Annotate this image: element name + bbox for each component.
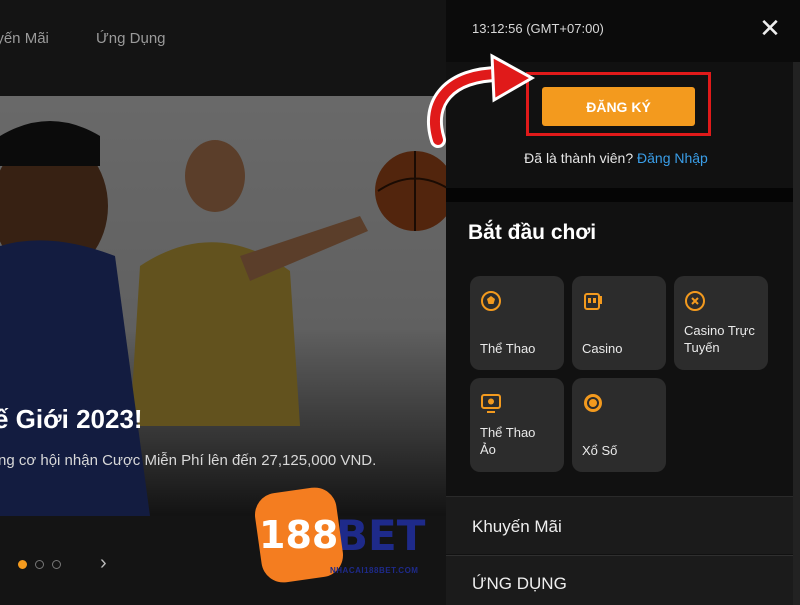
tile-lottery[interactable]: Xổ Số [572,378,666,472]
carousel-dot[interactable] [35,560,44,569]
slot-machine-icon [584,293,602,310]
logo-domain: NHACAI188BET.COM [330,566,419,575]
tile-label-line1: Casino Trực [684,323,755,338]
tile-virtual-sports[interactable]: Thể Thao Ảo [470,378,564,472]
tile-label-line2: Ảo [480,442,496,457]
tile-casino[interactable]: Casino [572,276,666,370]
member-question: Đã là thành viên? [524,150,634,166]
tile-label: Thể Thao [480,341,536,356]
register-button[interactable]: ĐĂNG KÝ [542,87,695,126]
poker-chip-icon [685,291,705,311]
logo-number: 188 [259,513,339,558]
tile-sports[interactable]: Thể Thao [470,276,564,370]
background-page: uyến Mãi Ứng Dụng ế Giới 2023! ng cơ hội… [0,0,450,605]
logo-word: BET [336,510,426,560]
menu-item-label: Khuyến Mãi [472,517,562,536]
member-line: Đã là thành viên? Đăng Nhập [446,150,786,166]
menu-item-promotions[interactable]: Khuyến Mãi [446,496,800,554]
hero-title: ế Giới 2023! [0,404,143,434]
virtual-sports-icon [481,394,501,413]
carousel-dot[interactable] [18,560,27,569]
login-link[interactable]: Đăng Nhập [637,150,708,166]
tile-label: Xổ Số [582,443,618,458]
clock: 13:12:56 (GMT+07:00) [472,21,604,36]
scrollbar[interactable] [793,62,800,605]
divider [446,188,800,202]
soccer-ball-icon [481,291,501,311]
top-nav: uyến Mãi Ứng Dụng [0,0,450,78]
hero-subtitle: ng cơ hội nhận Cược Miễn Phí lên đến 27,… [0,452,377,469]
tile-live-casino[interactable]: Casino Trực Tuyến [674,276,768,370]
section-heading: Bắt đầu chơi [468,221,597,244]
close-icon[interactable]: ✕ [758,14,782,42]
hero-banner[interactable]: ế Giới 2023! ng cơ hội nhận Cược Miễn Ph… [0,96,450,516]
lottery-ball-icon [584,394,602,412]
tile-label: Casino [582,341,623,356]
chevron-right-icon[interactable]: › [100,552,107,575]
carousel-dots [18,560,61,569]
tile-label-line2: Tuyến [684,340,720,355]
nav-link-apps[interactable]: Ứng Dụng [96,30,166,47]
carousel-dot[interactable] [52,560,61,569]
nav-link-promotions[interactable]: uyến Mãi [0,30,49,47]
arrow-annotation-icon [426,53,536,148]
menu-item-label: ỨNG DỤNG [472,574,567,593]
menu-item-apps[interactable]: ỨNG DỤNG [446,555,800,605]
tile-label-line1: Thể Thao [480,425,536,440]
